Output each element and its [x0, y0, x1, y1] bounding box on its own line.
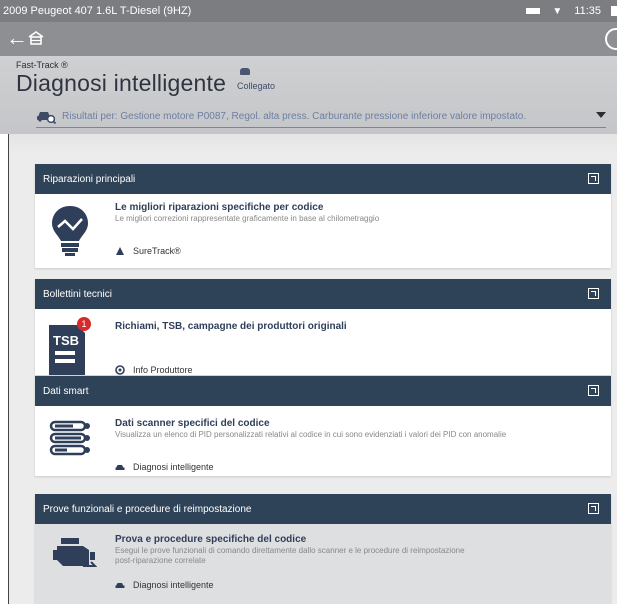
home-icon[interactable]	[28, 31, 44, 50]
fast-track-label: Fast-Track ®	[16, 60, 68, 70]
vehicle-title: 2009 Peugeot 407 1.6L T-Diesel (9HZ)	[3, 5, 192, 17]
card-description: Visualizza un elenco di PID personalizza…	[115, 430, 507, 439]
card-technical-bulletins[interactable]: Bollettini tecnici TSB 1 Richiami, TSB, …	[35, 279, 611, 375]
card-header-title: Dati smart	[43, 385, 89, 397]
back-arrow-icon[interactable]: ←	[6, 26, 28, 50]
suretrack-icon	[116, 247, 124, 255]
status-bar: 2009 Peugeot 407 1.6L T-Diesel (9HZ) ▼ 1…	[0, 0, 617, 22]
settings-icon[interactable]	[605, 28, 617, 50]
card-description-continued: post-riparazione correlate	[115, 556, 206, 565]
notification-icon	[611, 6, 617, 16]
clock: 11:35	[574, 5, 601, 17]
lightbulb-icon	[49, 204, 91, 261]
card-top-repairs[interactable]: Riparazioni principali Le migliori ripar…	[35, 164, 611, 268]
notification-badge: 1	[77, 317, 91, 331]
vehicle-scan-icon	[115, 465, 125, 470]
vehicle-scan-icon	[115, 583, 125, 588]
card-smart-data[interactable]: Dati smart Dati scanner specifici del co…	[35, 376, 611, 476]
card-header: Bollettini tecnici	[35, 279, 611, 309]
expand-icon[interactable]	[588, 385, 599, 396]
svg-text:TSB: TSB	[53, 333, 79, 348]
manufacturer-info-link[interactable]: Info Produttore	[115, 365, 193, 375]
connected-icon	[240, 68, 250, 75]
vehicle-scan-icon	[36, 108, 57, 129]
data-list-icon	[49, 420, 95, 467]
card-header-title: Riparazioni principali	[43, 173, 136, 185]
card-header-title: Bollettini tecnici	[43, 288, 112, 300]
info-icon	[115, 365, 125, 375]
smart-diagnosis-link[interactable]: Diagnosi intelligente	[115, 580, 214, 590]
expand-icon[interactable]	[588, 288, 599, 299]
suretrack-link[interactable]: SureTrack®	[115, 246, 181, 256]
results-filter-dropdown[interactable]: Risultati per: Gestione motore P0087, Re…	[36, 106, 606, 128]
connection-status: Collegato	[237, 81, 276, 91]
wifi-icon: ▼	[552, 5, 563, 17]
chevron-down-icon[interactable]	[596, 112, 606, 118]
card-description: Le migliori correzioni rappresentate gra…	[115, 214, 380, 223]
card-description: Esegui le prove funzionali di comando di…	[115, 546, 465, 555]
page-header: Fast-Track ® Diagnosi intelligente Colle…	[0, 56, 617, 134]
expand-icon[interactable]	[588, 503, 599, 514]
engine-icon	[53, 536, 98, 579]
card-title: Le migliori riparazioni specifiche per c…	[115, 202, 324, 213]
card-title: Richiami, TSB, campagne dei produttori o…	[115, 321, 347, 332]
page-title: Diagnosi intelligente	[16, 70, 227, 96]
battery-icon	[526, 8, 541, 14]
card-header: Riparazioni principali	[35, 164, 611, 194]
card-title: Dati scanner specifici del codice	[115, 418, 270, 429]
card-title: Prova e procedure specifiche del codice	[115, 534, 307, 545]
card-header: Dati smart	[35, 376, 611, 406]
card-header-title: Prove funzionali e procedure di reimpost…	[43, 503, 252, 515]
expand-icon[interactable]	[588, 173, 599, 184]
card-functional-tests[interactable]: Prove funzionali e procedure di reimpost…	[35, 494, 611, 604]
results-filter-text: Risultati per: Gestione motore P0087, Re…	[62, 111, 527, 122]
content-area: Riparazioni principali Le migliori ripar…	[8, 134, 617, 604]
card-header: Prove funzionali e procedure di reimpost…	[35, 494, 611, 524]
app-bar: ←	[0, 22, 617, 56]
smart-diagnosis-link[interactable]: Diagnosi intelligente	[115, 462, 214, 472]
